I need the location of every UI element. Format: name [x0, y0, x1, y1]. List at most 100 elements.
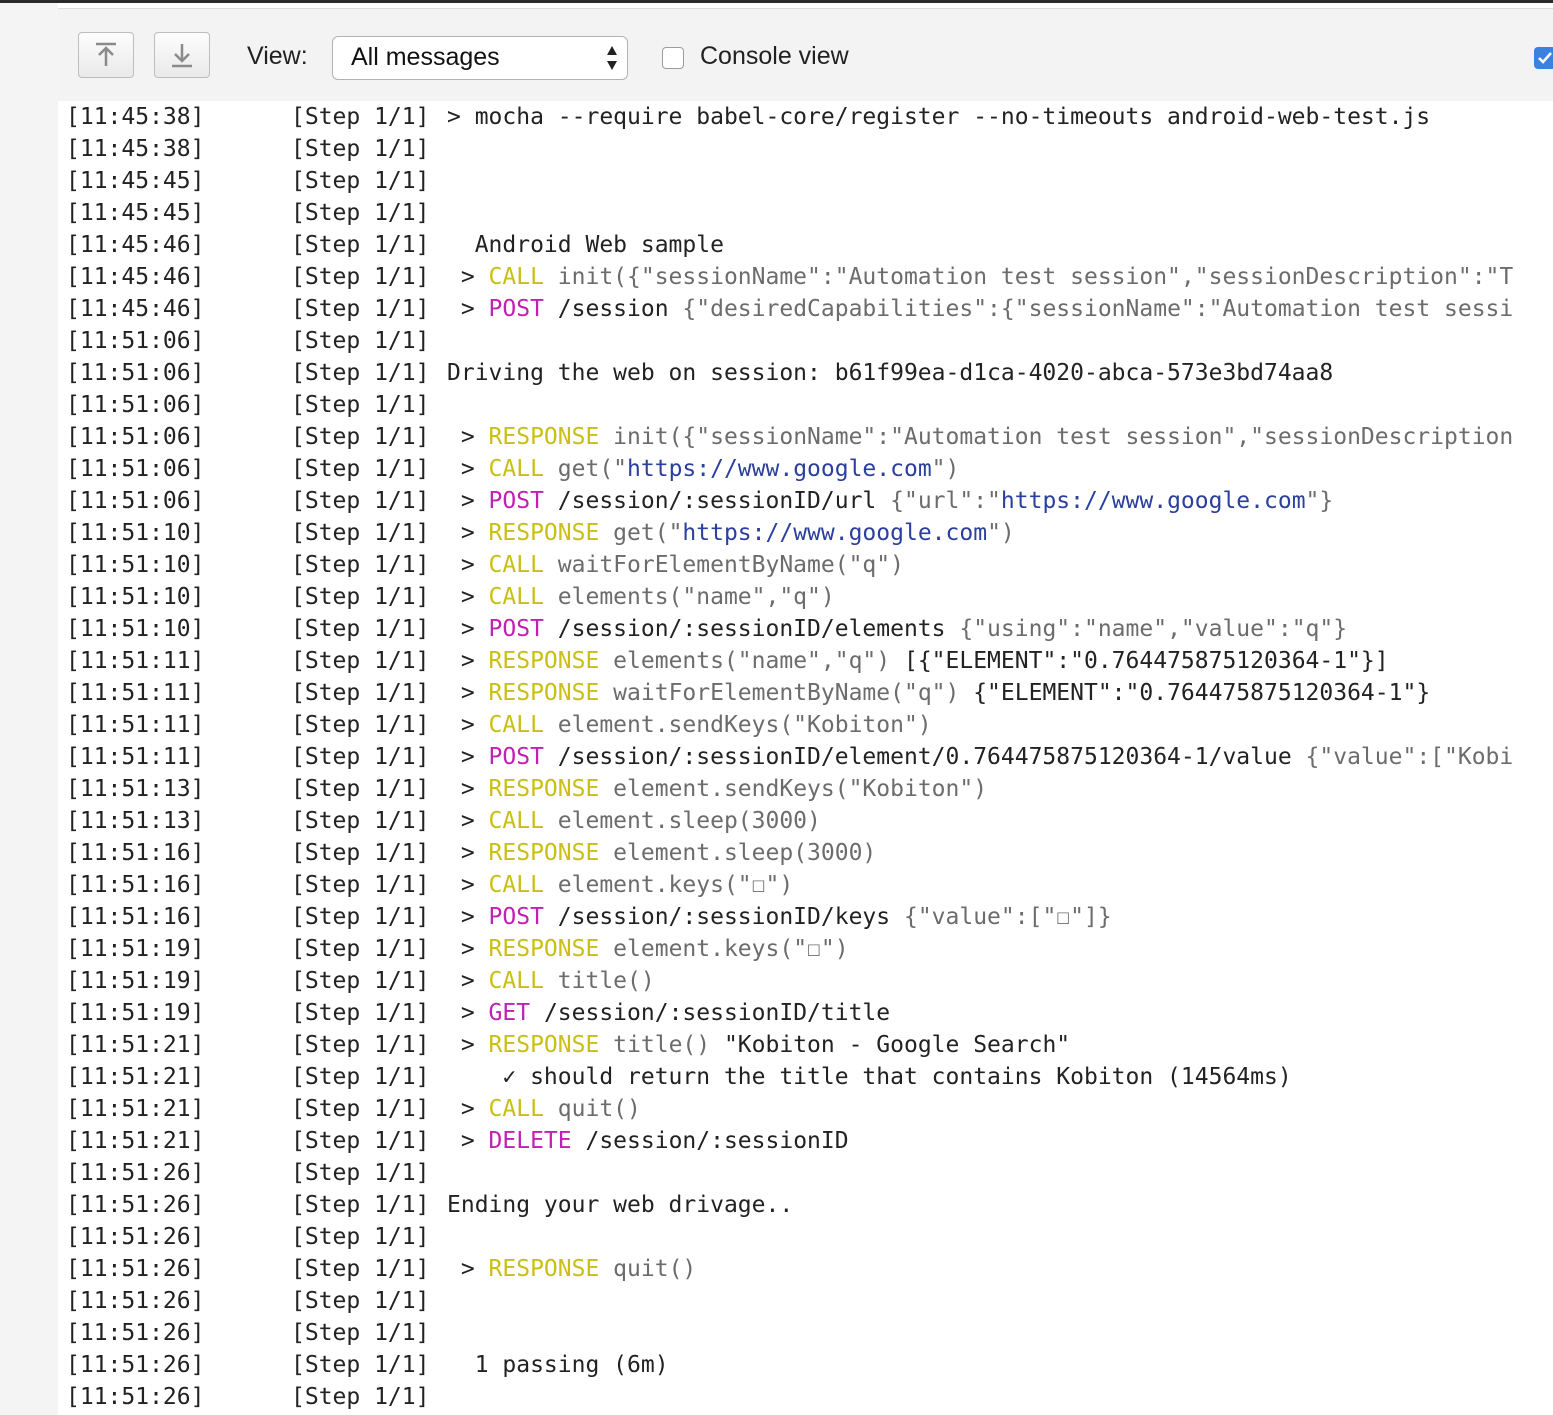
log-kw-http: POST: [488, 488, 544, 514]
log-message: > RESPONSE waitForElementByName("q") {"E…: [447, 677, 1430, 709]
log-kw-call: CALL: [488, 456, 544, 482]
log-timestamp: [11:51:16]: [66, 904, 205, 930]
log-dim: title(): [599, 1032, 724, 1058]
log-line: [11:51:06] [Step 1/1] Driving the web on s…: [66, 357, 1553, 389]
log-timestamp: [11:51:10]: [66, 520, 205, 546]
log-dim: {"desiredCapabilities":{"sessionName":"A…: [682, 296, 1514, 322]
log-step: [Step 1/1]: [291, 392, 430, 418]
log-dim: "): [987, 520, 1015, 546]
log-step: [Step 1/1]: [291, 168, 430, 194]
log-kw-response: RESPONSE: [488, 936, 600, 962]
log-dim: quit(): [543, 1096, 641, 1122]
log-url: https://www.google.com: [627, 456, 932, 482]
log-kw-http: POST: [488, 904, 544, 930]
log-message: > GET /session/:sessionID/title: [447, 997, 890, 1029]
log-dim: element.keys("☐"): [599, 936, 849, 962]
log-timestamp: [11:45:38]: [66, 104, 205, 130]
log-step: [Step 1/1]: [291, 328, 430, 354]
log-line: [11:51:19] [Step 1/1] > RESPONSE element.…: [66, 933, 1553, 965]
log-timestamp: [11:51:06]: [66, 328, 205, 354]
log-step: [Step 1/1]: [291, 424, 430, 450]
log-timestamp: [11:51:06]: [66, 456, 205, 482]
log-dim: get(": [599, 520, 683, 546]
log-dim: elements("name","q"): [543, 584, 835, 610]
log-timestamp: [11:51:26]: [66, 1192, 205, 1218]
log-text: >: [447, 456, 489, 482]
log-message: > CALL quit(): [447, 1093, 641, 1125]
log-dim: get(": [543, 456, 628, 482]
log-step: [Step 1/1]: [291, 520, 430, 546]
log-timestamp: [11:51:19]: [66, 968, 205, 994]
log-timestamp: [11:51:19]: [66, 1000, 205, 1026]
log-kw-response: RESPONSE: [488, 840, 600, 866]
log-text: >: [447, 712, 489, 738]
log-line: [11:51:16] [Step 1/1] > POST /session/:se…: [66, 901, 1553, 933]
log-line: [11:51:19] [Step 1/1] > GET /session/:ses…: [66, 997, 1553, 1029]
log-message: > DELETE /session/:sessionID: [447, 1125, 849, 1157]
log-text: "Kobiton - Google Search": [723, 1032, 1071, 1058]
log-step: [Step 1/1]: [291, 1384, 430, 1410]
log-timestamp: [11:51:11]: [66, 680, 205, 706]
log-message: > POST /session/:sessionID/url {"url":"h…: [447, 485, 1333, 517]
log-timestamp: [11:51:21]: [66, 1096, 205, 1122]
log-text: Ending your web drivage..: [447, 1192, 794, 1218]
log-step: [Step 1/1]: [291, 744, 430, 770]
log-step: [Step 1/1]: [291, 648, 430, 674]
log-timestamp: [11:51:13]: [66, 808, 205, 834]
log-timestamp: [11:51:06]: [66, 488, 205, 514]
scroll-to-top-button[interactable]: [78, 32, 134, 78]
log-text: /session/:sessionID/keys: [543, 904, 904, 930]
log-text: 1 passing (6m): [447, 1352, 669, 1378]
log-line: [11:51:11] [Step 1/1] > CALL element.send…: [66, 709, 1553, 741]
log-step: [Step 1/1]: [291, 1064, 430, 1090]
log-message: > CALL init({"sessionName":"Automation t…: [447, 261, 1513, 293]
log-message: > mocha --require babel-core/register --…: [447, 101, 1430, 133]
log-message: Driving the web on session: b61f99ea-d1c…: [447, 357, 1333, 389]
log-dim: {"value":["Kobi: [1305, 744, 1514, 770]
log-line: [11:51:10] [Step 1/1] > CALL waitForEleme…: [66, 549, 1553, 581]
log-url: https://www.google.com: [682, 520, 988, 546]
log-text: >: [447, 1256, 489, 1282]
log-dim: init({"sessionName":"Automation test ses…: [543, 264, 1514, 290]
scroll-to-bottom-button[interactable]: [154, 32, 210, 78]
log-text: >: [447, 296, 489, 322]
log-text: >: [447, 1032, 489, 1058]
log-line: [11:51:06] [Step 1/1]: [66, 325, 1553, 357]
log-message: > RESPONSE element.keys("☐"): [447, 933, 849, 965]
left-gutter: [0, 3, 58, 1415]
log-line: [11:51:26] [Step 1/1] Ending your web driv…: [66, 1189, 1553, 1221]
window-top-edge: [0, 0, 1553, 3]
log-timestamp: [11:45:45]: [66, 168, 205, 194]
view-select[interactable]: All messages: [332, 36, 628, 80]
log-timestamp: [11:45:46]: [66, 232, 205, 258]
log-message: Android Web sample: [447, 229, 724, 261]
option-checkbox[interactable]: [1534, 47, 1553, 69]
log-step: [Step 1/1]: [291, 1256, 430, 1282]
log-step: [Step 1/1]: [291, 296, 430, 322]
log-line: [11:45:46] [Step 1/1] > CALL init({"sessi…: [66, 261, 1553, 293]
log-line: [11:51:06] [Step 1/1] > RESPONSE init({"s…: [66, 421, 1553, 453]
log-dim: waitForElementByName("q"): [543, 552, 904, 578]
log-text: >: [447, 488, 489, 514]
log-text: >: [447, 1128, 489, 1154]
log-message: ✓ should return the title that contains …: [447, 1061, 1291, 1093]
log-line: [11:45:38] [Step 1/1] > mocha --require ba…: [66, 101, 1553, 133]
log-line: [11:51:06] [Step 1/1] > CALL get("https:/…: [66, 453, 1553, 485]
log-line: [11:51:26] [Step 1/1] 1 passing (6m): [66, 1349, 1553, 1381]
log-timestamp: [11:51:10]: [66, 552, 205, 578]
log-kw-response: RESPONSE: [488, 776, 600, 802]
log-dim: element.keys("☐"): [543, 872, 794, 898]
log-timestamp: [11:51:26]: [66, 1160, 205, 1186]
log-line: [11:51:11] [Step 1/1] > RESPONSE waitForE…: [66, 677, 1553, 709]
log-message: > CALL title(): [447, 965, 655, 997]
log-toolbar: View: All messages Console view: [58, 8, 1553, 101]
log-text: >: [447, 648, 489, 674]
log-timestamp: [11:45:45]: [66, 200, 205, 226]
log-line: [11:51:06] [Step 1/1]: [66, 389, 1553, 421]
log-kw-call: CALL: [488, 1096, 544, 1122]
log-dim: {"using":"name","value":"q"}: [959, 616, 1348, 642]
build-log[interactable]: [11:45:38] [Step 1/1] > mocha --require ba…: [66, 101, 1553, 1415]
console-view-checkbox[interactable]: [662, 47, 684, 69]
log-message: > POST /session {"desiredCapabilities":{…: [447, 293, 1513, 325]
log-line: [11:51:10] [Step 1/1] > POST /session/:se…: [66, 613, 1553, 645]
